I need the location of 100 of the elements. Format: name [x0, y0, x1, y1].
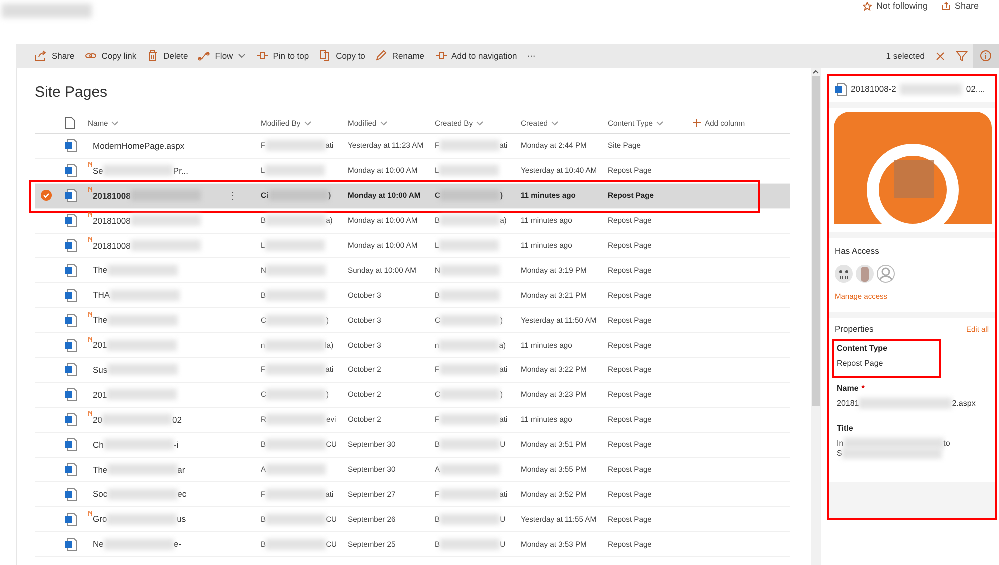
field-value: Repost Page	[837, 358, 884, 368]
table-cell: us	[177, 514, 186, 524]
redaction-blur	[266, 488, 326, 500]
redaction-blur	[107, 514, 178, 525]
page-file-icon	[65, 164, 77, 178]
redaction-blur	[440, 215, 500, 226]
redaction-blur	[265, 240, 326, 251]
chevron-down-icon	[551, 120, 560, 126]
toolbar-button[interactable]: ⋯	[522, 44, 541, 68]
more-options-button[interactable]: ⋮	[228, 190, 238, 202]
page-file-icon	[65, 338, 77, 352]
page-file-icon	[65, 288, 77, 302]
toolbar-button[interactable]: Rename	[370, 44, 430, 68]
field-label: Name	[837, 384, 859, 393]
file-name-link[interactable]: Sus	[93, 364, 108, 375]
group-avatar-icon	[835, 265, 853, 283]
toolbar-button[interactable]: Delete	[142, 44, 194, 68]
file-name-link[interactable]: Ne	[93, 539, 104, 550]
file-name-link[interactable]: Ch	[93, 440, 104, 450]
scrollbar-thumb[interactable]	[812, 76, 820, 406]
follow-link[interactable]: Not following	[876, 1, 928, 11]
file-name-link[interactable]: 201	[93, 390, 108, 400]
redaction-blur	[265, 340, 326, 351]
checkmark-icon	[41, 190, 52, 202]
redaction-blur	[108, 364, 178, 376]
toolbar-button[interactable]: Pin to top	[251, 44, 314, 68]
redaction-blur	[440, 514, 500, 525]
redaction-blur	[110, 290, 180, 301]
redaction-blur	[104, 439, 174, 450]
file-name-link[interactable]: ModernHomePage.aspx	[93, 140, 185, 151]
file-name-link[interactable]: 20181008	[93, 216, 131, 226]
pin-icon	[256, 50, 268, 62]
redaction-blur	[266, 389, 326, 400]
page-file-icon	[65, 463, 77, 476]
star-icon	[863, 2, 872, 10]
page-file-icon	[65, 189, 77, 202]
chevron-down-icon	[304, 120, 312, 126]
redaction-blur	[265, 165, 326, 176]
redaction-blur	[108, 464, 178, 476]
redaction-blur	[900, 84, 962, 94]
file-name-link[interactable]: 20181008	[93, 190, 131, 201]
redaction-blur	[440, 439, 500, 450]
redaction-blur	[266, 314, 326, 326]
field-value: In	[837, 438, 844, 448]
redaction-blur	[440, 464, 500, 476]
toolbar-button[interactable]: Add to navigation	[430, 44, 522, 68]
page-file-icon	[65, 264, 77, 277]
scroll-up-icon	[813, 70, 819, 74]
file-name-link[interactable]: 20	[93, 414, 102, 425]
redaction-blur	[266, 514, 326, 525]
page-file-icon	[65, 388, 77, 402]
redaction-blur	[266, 414, 326, 426]
share-icon	[942, 2, 951, 10]
section-title: Properties	[835, 324, 874, 334]
toolbar-button[interactable]: Copy link	[80, 44, 142, 68]
redaction-blur	[266, 215, 326, 226]
user-avatar-icon	[856, 265, 874, 283]
file-name-link[interactable]: THA	[93, 290, 110, 300]
page-file-icon	[65, 488, 77, 501]
table-cell: Pr...	[173, 166, 189, 176]
redaction-blur	[440, 140, 500, 152]
trash-icon	[146, 50, 159, 62]
info-button[interactable]	[973, 44, 999, 68]
file-name-link[interactable]: The	[93, 315, 108, 326]
flow-icon	[198, 50, 210, 62]
page-file-icon	[65, 413, 77, 426]
table-cell: ar	[178, 464, 186, 475]
redaction-blur	[103, 165, 174, 176]
redaction-blur	[108, 264, 178, 276]
info-icon	[980, 50, 992, 62]
redaction-blur	[108, 488, 178, 500]
file-name-link[interactable]: Se	[93, 166, 104, 176]
toolbar-button[interactable]: Copy to	[314, 44, 370, 68]
filter-icon	[956, 50, 968, 62]
file-name-link[interactable]: The	[93, 265, 108, 276]
file-name-link[interactable]: The	[93, 464, 108, 475]
file-name-link[interactable]: 20181008	[93, 240, 131, 250]
section-title: Has Access	[835, 246, 880, 256]
close-icon	[936, 52, 944, 60]
redaction-blur	[130, 240, 201, 251]
share-link[interactable]: Share	[954, 1, 979, 11]
page-title: Site Pages	[35, 83, 109, 103]
redaction-blur	[440, 290, 500, 301]
toolbar-button[interactable]: Share	[30, 44, 80, 68]
selection-count: 1 selected	[886, 51, 925, 61]
file-name-link[interactable]: Soc	[93, 489, 108, 500]
share-icon	[35, 50, 47, 62]
file-name-link[interactable]: 201	[93, 340, 108, 350]
scrollbar[interactable]	[811, 68, 821, 565]
redaction-blur	[440, 538, 500, 550]
redaction-blur	[440, 314, 500, 326]
file-name-link[interactable]: Gro	[93, 514, 108, 524]
table-cell: -i	[174, 440, 179, 450]
chevron-down-icon	[380, 120, 388, 126]
toolbar-button[interactable]: Flow	[193, 44, 252, 68]
field-value: 2.aspx	[952, 398, 976, 408]
redaction-blur	[107, 340, 178, 351]
page-file-icon	[65, 139, 77, 152]
pin-icon	[434, 50, 447, 62]
pencil-icon	[375, 50, 388, 62]
